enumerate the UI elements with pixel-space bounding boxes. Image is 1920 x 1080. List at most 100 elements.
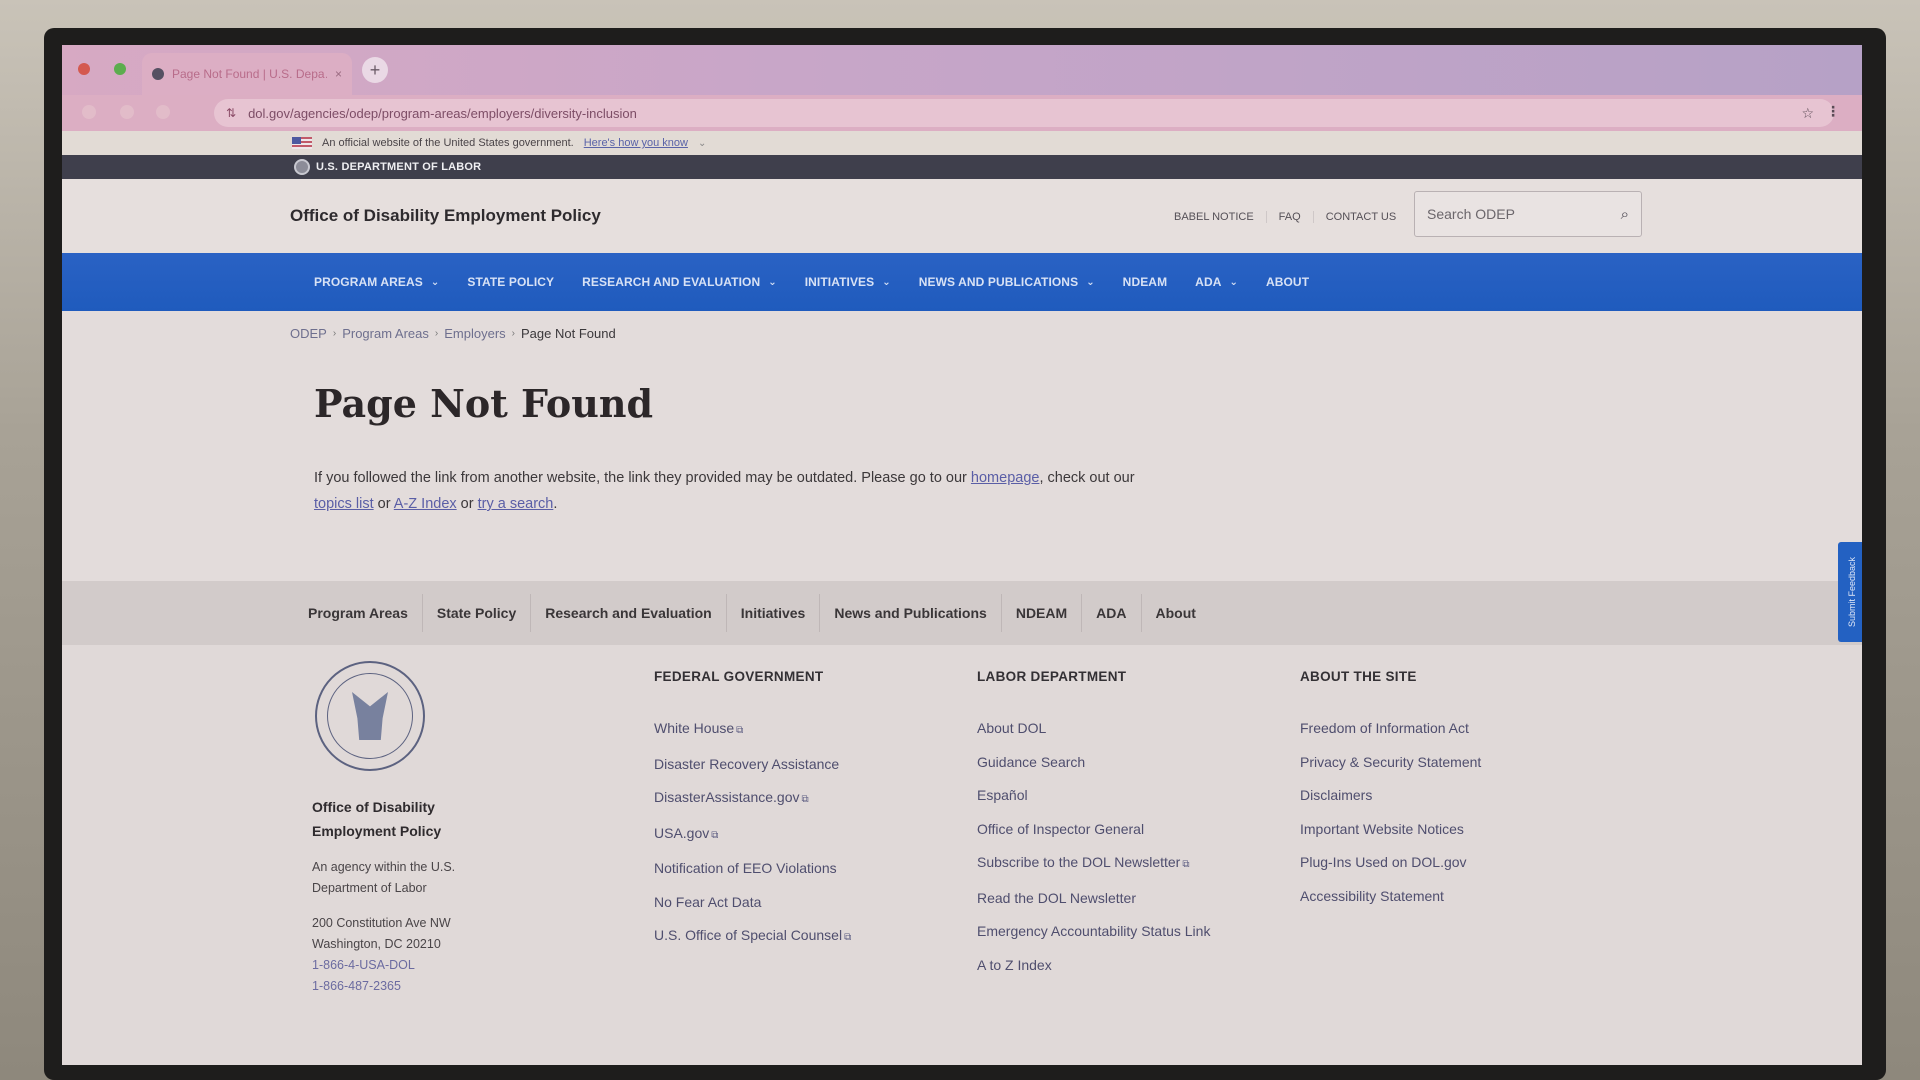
footer-link[interactable]: Privacy & Security Statement bbox=[1300, 746, 1481, 780]
external-link-icon: ⧉ bbox=[801, 794, 809, 805]
az-index-link[interactable]: A-Z Index bbox=[394, 496, 457, 512]
footer-link[interactable]: Disclaimers bbox=[1300, 779, 1481, 813]
site-info-icon[interactable]: ⇅ bbox=[226, 106, 236, 120]
bookmark-star-icon[interactable]: ☆ bbox=[1801, 105, 1814, 122]
tab-bar: Page Not Found | U.S. Depa… × + bbox=[62, 45, 1862, 95]
footer-column-federal-government: FEDERAL GOVERNMENT White House ⧉ Disaster… bbox=[654, 669, 851, 955]
forward-button[interactable] bbox=[120, 105, 134, 119]
footer-link[interactable]: White House ⧉ bbox=[654, 712, 851, 748]
close-window-button[interactable] bbox=[78, 63, 90, 75]
nav-program-areas[interactable]: PROGRAM AREAS ⌄ bbox=[300, 275, 453, 289]
breadcrumb-separator: › bbox=[511, 328, 515, 339]
site-title[interactable]: Office of Disability Employment Policy bbox=[290, 206, 601, 226]
search-input[interactable] bbox=[1427, 206, 1621, 222]
nav-label: RESEARCH AND EVALUATION bbox=[582, 275, 761, 289]
footer-nav-program-areas[interactable]: Program Areas bbox=[294, 594, 423, 632]
footer-nav-research-and-evaluation[interactable]: Research and Evaluation bbox=[531, 594, 727, 632]
message-text: If you followed the link from another we… bbox=[314, 470, 971, 486]
footer-link[interactable]: DisasterAssistance.gov ⧉ bbox=[654, 781, 851, 817]
breadcrumb-odep[interactable]: ODEP bbox=[290, 326, 327, 341]
faq-link[interactable]: FAQ bbox=[1267, 211, 1314, 223]
browser-window: Page Not Found | U.S. Depa… × + ⇅ dol.go… bbox=[62, 45, 1862, 1065]
browser-menu-icon[interactable]: ⋮ bbox=[1826, 103, 1840, 120]
back-button[interactable] bbox=[82, 105, 96, 119]
nav-label: INITIATIVES bbox=[804, 275, 875, 289]
footer-link[interactable]: About DOL bbox=[977, 712, 1210, 746]
footer-link[interactable]: No Fear Act Data bbox=[654, 886, 851, 920]
nav-about[interactable]: ABOUT bbox=[1252, 275, 1323, 289]
nav-ndeam[interactable]: NDEAM bbox=[1109, 275, 1182, 289]
address-bar[interactable]: ⇅ dol.gov/agencies/odep/program-areas/em… bbox=[214, 99, 1834, 127]
external-link-icon: ⧉ bbox=[1182, 859, 1190, 870]
footer-link[interactable]: Notification of EEO Violations bbox=[654, 852, 851, 886]
footer-column-title: LABOR DEPARTMENT bbox=[977, 669, 1127, 684]
address-line: 200 Constitution Ave NW bbox=[312, 916, 451, 930]
footer-nav-initiatives[interactable]: Initiatives bbox=[727, 594, 821, 632]
link-label: About DOL bbox=[977, 720, 1047, 736]
nav-label: STATE POLICY bbox=[467, 275, 555, 289]
search-icon[interactable]: ⌕ bbox=[1621, 206, 1629, 223]
footer-nav-about[interactable]: About bbox=[1142, 594, 1210, 632]
how-you-know-link[interactable]: Here's how you know bbox=[584, 137, 688, 149]
footer-link[interactable]: Accessibility Statement bbox=[1300, 880, 1481, 914]
contact-us-link[interactable]: CONTACT US bbox=[1314, 211, 1409, 223]
footer-link[interactable]: Subscribe to the DOL Newsletter ⧉ bbox=[977, 846, 1210, 882]
url-text[interactable]: dol.gov/agencies/odep/program-areas/empl… bbox=[248, 106, 637, 121]
dol-link[interactable]: U.S. DEPARTMENT OF LABOR bbox=[316, 161, 481, 173]
footer-link[interactable]: Emergency Accountability Status Link bbox=[977, 915, 1210, 949]
footer-link[interactable]: Important Website Notices bbox=[1300, 813, 1481, 847]
phone-link[interactable]: 1-866-4-USA-DOL bbox=[312, 955, 451, 976]
footer-nav-ndeam[interactable]: NDEAM bbox=[1002, 594, 1083, 632]
homepage-link[interactable]: homepage bbox=[971, 470, 1040, 486]
footer-nav-ada[interactable]: ADA bbox=[1082, 594, 1142, 632]
nav-research-and-evaluation[interactable]: RESEARCH AND EVALUATION ⌄ bbox=[568, 275, 791, 289]
close-tab-icon[interactable]: × bbox=[335, 67, 342, 81]
footer-link[interactable]: Office of Inspector General bbox=[977, 813, 1210, 847]
breadcrumb-employers[interactable]: Employers bbox=[444, 326, 505, 341]
footer-link[interactable]: USA.gov ⧉ bbox=[654, 817, 851, 853]
favicon-icon bbox=[152, 68, 164, 80]
chevron-down-icon: ⌄ bbox=[1229, 276, 1238, 288]
nav-label: PROGRAM AREAS bbox=[314, 275, 423, 289]
footer-link[interactable]: Guidance Search bbox=[977, 746, 1210, 780]
search-box: ⌕ bbox=[1414, 191, 1642, 237]
phone-link[interactable]: 1-866-487-2365 bbox=[312, 976, 451, 997]
nav-state-policy[interactable]: STATE POLICY bbox=[453, 275, 568, 289]
tab-title: Page Not Found | U.S. Depa… bbox=[172, 67, 327, 81]
footer-link[interactable]: Read the DOL Newsletter bbox=[977, 882, 1210, 916]
footer-nav-news-and-publications[interactable]: News and Publications bbox=[820, 594, 1002, 632]
gov-banner: An official website of the United States… bbox=[62, 131, 1862, 155]
chevron-down-icon[interactable]: ⌄ bbox=[698, 138, 706, 149]
feedback-tab[interactable]: Submit Feedback bbox=[1838, 542, 1862, 642]
footer-link[interactable]: Freedom of Information Act bbox=[1300, 712, 1481, 746]
dol-seal-icon bbox=[315, 661, 425, 771]
nav-label: NEWS AND PUBLICATIONS bbox=[918, 275, 1079, 289]
nav-initiatives[interactable]: INITIATIVES ⌄ bbox=[791, 275, 905, 289]
footer-link[interactable]: A to Z Index bbox=[977, 949, 1210, 983]
topics-list-link[interactable]: topics list bbox=[314, 496, 374, 512]
footer-link[interactable]: Español bbox=[977, 779, 1210, 813]
seal-inner-ring bbox=[327, 673, 413, 759]
nav-ada[interactable]: ADA ⌄ bbox=[1181, 275, 1252, 289]
new-tab-button[interactable]: + bbox=[362, 57, 388, 83]
nav-label: NDEAM bbox=[1122, 275, 1168, 289]
footer-link[interactable]: U.S. Office of Special Counsel ⧉ bbox=[654, 919, 851, 955]
breadcrumb-program-areas[interactable]: Program Areas bbox=[342, 326, 429, 341]
link-label: Emergency Accountability Status Link bbox=[977, 923, 1211, 939]
babel-notice-link[interactable]: BABEL NOTICE bbox=[1162, 211, 1267, 223]
footer-column-labor-department: LABOR DEPARTMENT About DOL Guidance Sear… bbox=[977, 669, 1210, 982]
reload-button[interactable] bbox=[156, 105, 170, 119]
link-label: A to Z Index bbox=[977, 956, 1052, 973]
nav-news-and-publications[interactable]: NEWS AND PUBLICATIONS ⌄ bbox=[905, 275, 1109, 289]
external-link-icon: ⧉ bbox=[844, 932, 852, 943]
footer-link[interactable]: Disaster Recovery Assistance bbox=[654, 748, 851, 782]
footer-nav-state-policy[interactable]: State Policy bbox=[423, 594, 532, 632]
maximize-window-button[interactable] bbox=[114, 63, 126, 75]
footer-link[interactable]: Plug-Ins Used on DOL.gov bbox=[1300, 846, 1481, 880]
link-label: Privacy & Security Statement bbox=[1300, 753, 1482, 770]
link-label: U.S. Office of Special Counsel bbox=[654, 927, 843, 943]
message-text: . bbox=[553, 496, 558, 512]
try-a-search-link[interactable]: try a search bbox=[478, 496, 554, 512]
breadcrumb-separator: › bbox=[332, 328, 337, 339]
browser-tab[interactable]: Page Not Found | U.S. Depa… × bbox=[142, 53, 352, 95]
